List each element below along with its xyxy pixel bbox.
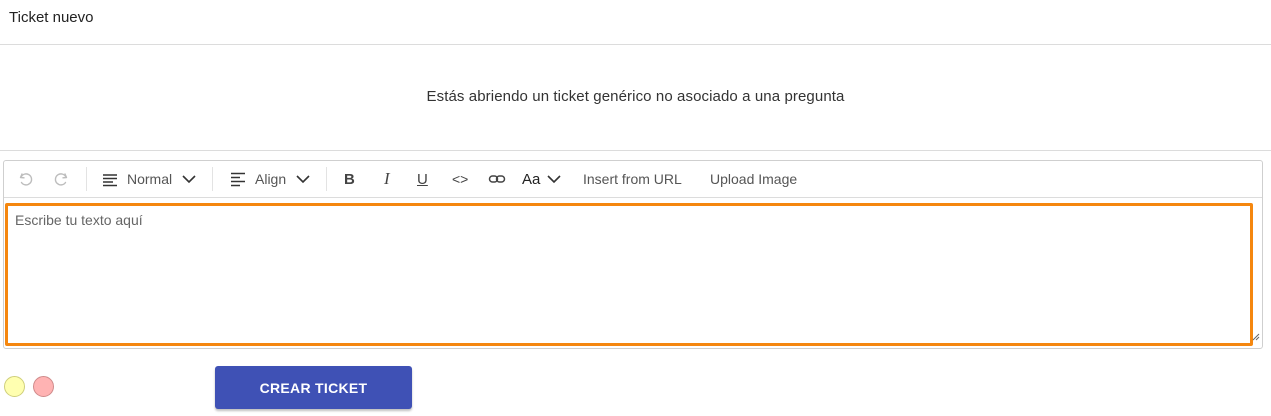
link-icon [488, 170, 506, 188]
align-label: Align [255, 171, 287, 187]
link-button[interactable] [488, 161, 506, 197]
info-message: Estás abriendo un ticket genérico no aso… [426, 88, 845, 105]
redo-button[interactable] [52, 161, 70, 197]
status-dot-yellow [4, 376, 25, 397]
insert-from-url-button[interactable]: Insert from URL [583, 161, 682, 197]
paragraph-icon [101, 170, 119, 188]
resize-handle-icon[interactable] [1252, 328, 1260, 346]
block-type-label: Normal [127, 171, 173, 187]
toolbar-separator [86, 167, 87, 191]
italic-button[interactable]: I [384, 161, 390, 197]
chevron-down-icon [182, 174, 196, 184]
ticket-text-input[interactable]: Escribe tu texto aquí [5, 203, 1253, 346]
status-dot-red [33, 376, 54, 397]
page-title: Ticket nuevo [9, 9, 94, 26]
undo-button[interactable] [17, 161, 35, 197]
divider [0, 150, 1271, 151]
bold-button[interactable]: B [344, 161, 355, 197]
toolbar-separator [212, 167, 213, 191]
upload-image-button[interactable]: Upload Image [710, 161, 797, 197]
redo-icon [52, 170, 70, 188]
font-size-label: Aa [522, 170, 541, 188]
header: Ticket nuevo [0, 0, 1271, 45]
editor-toolbar: Normal Align B I U <> Aa Insert from URL… [4, 161, 1262, 198]
create-ticket-button[interactable]: CREAR TICKET [215, 366, 412, 409]
align-left-icon [229, 170, 247, 188]
underline-button[interactable]: U [417, 161, 428, 197]
chevron-down-icon [547, 174, 561, 184]
undo-icon [17, 170, 35, 188]
editor-placeholder: Escribe tu texto aquí [15, 212, 143, 228]
chevron-down-icon [296, 174, 310, 184]
align-dropdown[interactable]: Align [229, 161, 310, 197]
toolbar-separator [326, 167, 327, 191]
code-button[interactable]: <> [452, 161, 468, 197]
font-size-dropdown[interactable]: Aa [522, 161, 561, 197]
rich-text-editor: Normal Align B I U <> Aa Insert from URL… [3, 160, 1263, 349]
block-type-dropdown[interactable]: Normal [101, 161, 196, 197]
